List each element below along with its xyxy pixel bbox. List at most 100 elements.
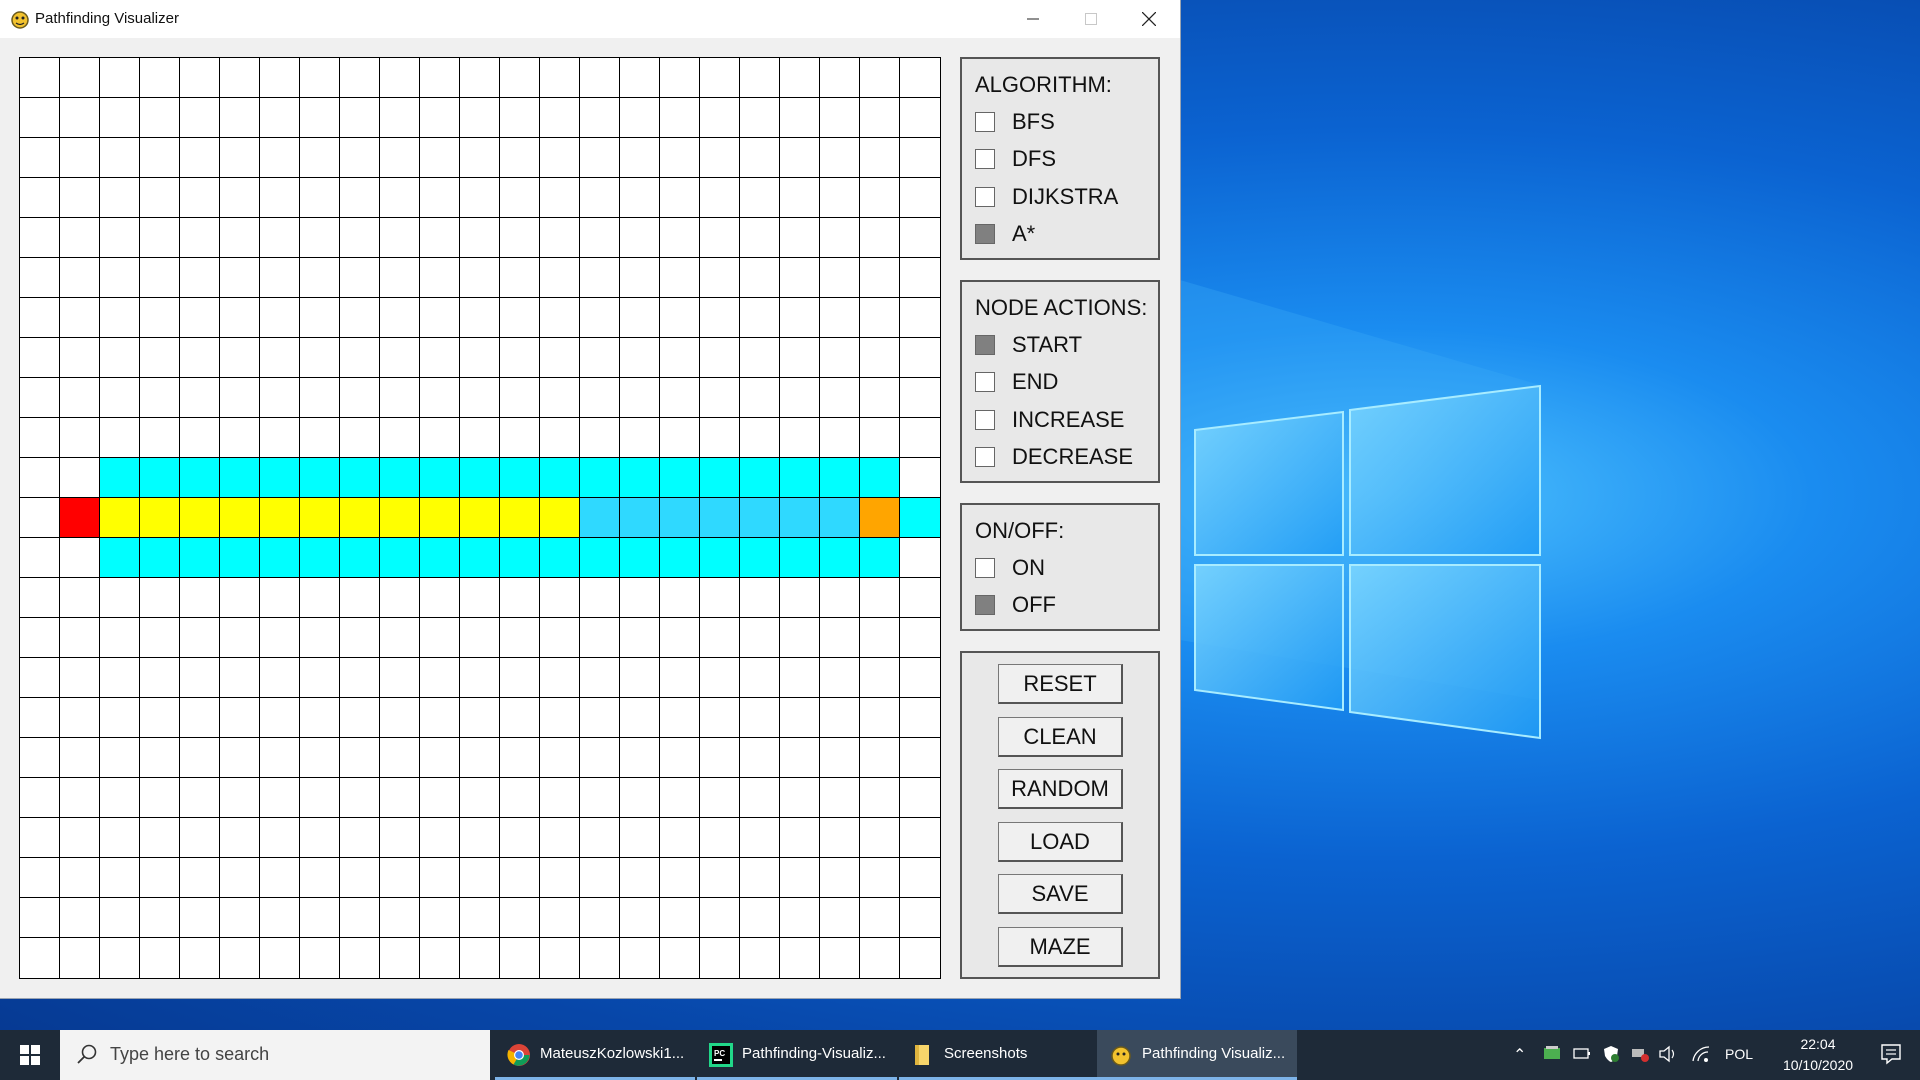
grid-cell[interactable]	[180, 578, 220, 618]
grid-cell[interactable]	[740, 378, 780, 418]
grid-cell[interactable]	[860, 618, 900, 658]
grid-cell[interactable]	[780, 738, 820, 778]
grid-cell-visited[interactable]	[380, 458, 420, 498]
grid-cell[interactable]	[220, 818, 260, 858]
grid-cell[interactable]	[460, 818, 500, 858]
grid-cell[interactable]	[860, 138, 900, 178]
grid-cell[interactable]	[260, 138, 300, 178]
grid-cell-visited[interactable]	[460, 458, 500, 498]
grid-cell[interactable]	[140, 58, 180, 98]
grid-cell[interactable]	[420, 338, 460, 378]
grid-cell[interactable]	[100, 338, 140, 378]
grid-cell[interactable]	[460, 578, 500, 618]
grid-cell[interactable]	[100, 658, 140, 698]
grid-cell[interactable]	[300, 418, 340, 458]
grid-cell[interactable]	[300, 778, 340, 818]
grid-cell[interactable]	[60, 938, 100, 978]
grid-cell[interactable]	[460, 218, 500, 258]
grid-cell-path[interactable]	[260, 498, 300, 538]
grid-cell[interactable]	[420, 298, 460, 338]
grid-cell-open[interactable]	[820, 498, 860, 538]
grid-cell[interactable]	[620, 858, 660, 898]
grid-cell-path[interactable]	[540, 498, 580, 538]
grid-cell-visited[interactable]	[140, 458, 180, 498]
grid-cell[interactable]	[860, 338, 900, 378]
grid-cell[interactable]	[660, 818, 700, 858]
grid-cell[interactable]	[860, 298, 900, 338]
grid-cell[interactable]	[260, 258, 300, 298]
grid-cell[interactable]	[620, 938, 660, 978]
grid-cell[interactable]	[700, 178, 740, 218]
grid-cell-visited[interactable]	[620, 458, 660, 498]
reset-button[interactable]: RESET	[998, 664, 1123, 704]
grid-cell-visited[interactable]	[220, 458, 260, 498]
grid-cell[interactable]	[20, 658, 60, 698]
grid-cell-visited[interactable]	[140, 538, 180, 578]
grid-cell[interactable]	[580, 138, 620, 178]
grid-cell[interactable]	[900, 418, 940, 458]
grid-cell-visited[interactable]	[660, 538, 700, 578]
grid-cell-visited[interactable]	[620, 538, 660, 578]
grid-cell[interactable]	[380, 218, 420, 258]
grid-cell[interactable]	[500, 418, 540, 458]
grid-cell-visited[interactable]	[500, 458, 540, 498]
grid-cell[interactable]	[300, 578, 340, 618]
grid-cell[interactable]	[540, 858, 580, 898]
grid-cell[interactable]	[660, 98, 700, 138]
grid-cell[interactable]	[820, 138, 860, 178]
grid-cell[interactable]	[180, 338, 220, 378]
grid-cell[interactable]	[220, 138, 260, 178]
grid-cell[interactable]	[340, 858, 380, 898]
grid-cell[interactable]	[620, 298, 660, 338]
grid-cell[interactable]	[300, 218, 340, 258]
grid-cell[interactable]	[740, 418, 780, 458]
grid-cell-visited[interactable]	[460, 538, 500, 578]
grid-cell-open[interactable]	[580, 498, 620, 538]
grid-cell[interactable]	[500, 898, 540, 938]
grid-cell-visited[interactable]	[420, 458, 460, 498]
grid-cell[interactable]	[380, 98, 420, 138]
grid-cell[interactable]	[380, 698, 420, 738]
grid-cell[interactable]	[540, 58, 580, 98]
title-bar[interactable]: Pathfinding Visualizer	[0, 0, 1180, 38]
grid-cell[interactable]	[20, 898, 60, 938]
grid-cell[interactable]	[300, 818, 340, 858]
grid-cell[interactable]	[220, 658, 260, 698]
grid-cell[interactable]	[60, 658, 100, 698]
grid-cell[interactable]	[820, 898, 860, 938]
grid-cell[interactable]	[220, 338, 260, 378]
grid-cell[interactable]	[220, 698, 260, 738]
grid-cell[interactable]	[620, 658, 660, 698]
grid-cell[interactable]	[220, 938, 260, 978]
grid-cell-visited[interactable]	[500, 538, 540, 578]
grid-cell[interactable]	[460, 58, 500, 98]
grid-cell[interactable]	[220, 258, 260, 298]
grid-cell[interactable]	[700, 378, 740, 418]
grid-cell[interactable]	[860, 658, 900, 698]
grid-cell[interactable]	[700, 218, 740, 258]
grid-cell[interactable]	[820, 218, 860, 258]
grid-cell-visited[interactable]	[260, 538, 300, 578]
grid-cell[interactable]	[260, 858, 300, 898]
grid-cell[interactable]	[420, 738, 460, 778]
grid-cell[interactable]	[100, 818, 140, 858]
grid-cell[interactable]	[780, 658, 820, 698]
grid-cell[interactable]	[260, 98, 300, 138]
grid-cell[interactable]	[820, 258, 860, 298]
clock-time[interactable]: 22:04	[1785, 1036, 1851, 1052]
grid-cell[interactable]	[540, 218, 580, 258]
grid-cell-visited[interactable]	[540, 538, 580, 578]
chevron-up-icon[interactable]: ⌃	[1513, 1045, 1526, 1065]
grid-cell[interactable]	[380, 138, 420, 178]
grid-cell[interactable]	[60, 458, 100, 498]
grid-cell-open[interactable]	[620, 498, 660, 538]
grid-cell[interactable]	[60, 378, 100, 418]
grid-cell[interactable]	[900, 938, 940, 978]
grid-cell[interactable]	[820, 298, 860, 338]
grid-cell[interactable]	[700, 898, 740, 938]
grid-cell[interactable]	[700, 738, 740, 778]
grid-cell[interactable]	[660, 778, 700, 818]
grid-cell[interactable]	[20, 578, 60, 618]
grid-cell[interactable]	[700, 418, 740, 458]
grid-cell[interactable]	[700, 98, 740, 138]
